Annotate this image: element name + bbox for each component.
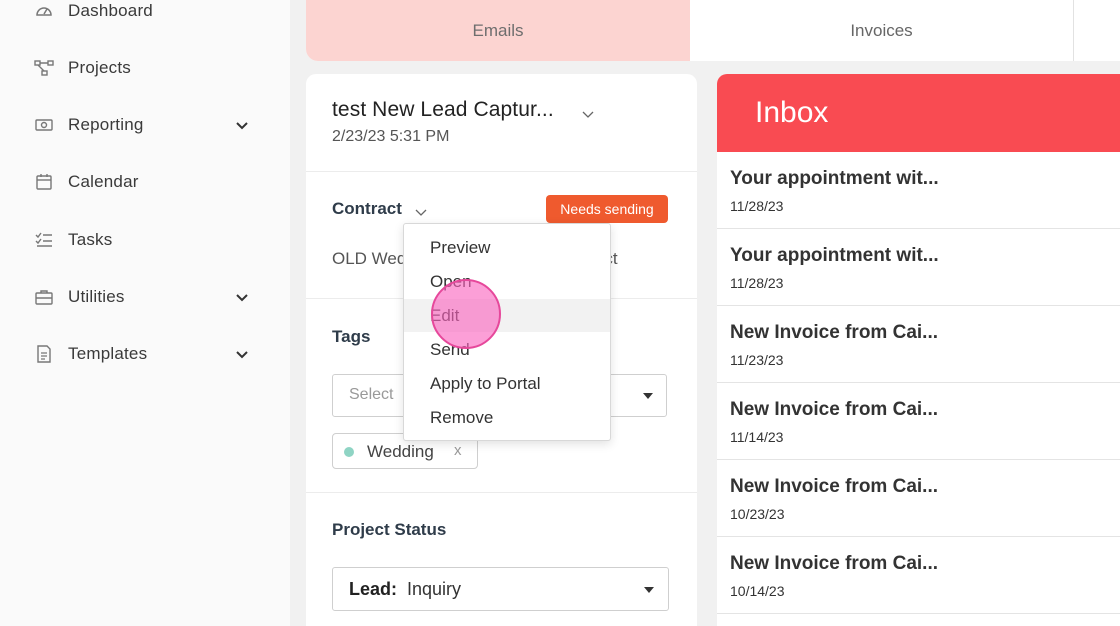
tags-label: Tags xyxy=(332,327,371,346)
sidebar-item-label: Dashboard xyxy=(68,1,153,20)
remove-tag-button[interactable]: x xyxy=(454,442,462,459)
inbox-message[interactable]: Your appointment wit... 11/28/23 xyxy=(717,229,1120,306)
inbox-message[interactable]: Your appointment wit... 11/28/23 xyxy=(717,152,1120,229)
message-subject: New Invoice from Cai... xyxy=(730,553,938,574)
divider xyxy=(306,492,697,493)
message-date: 10/23/23 xyxy=(730,506,785,522)
message-date: 11/14/23 xyxy=(730,429,784,445)
sidebar-item-label: Projects xyxy=(68,58,132,77)
menu-item-remove[interactable]: Remove xyxy=(404,401,610,434)
message-subject: New Invoice from Cai... xyxy=(730,322,938,343)
message-subject: New Invoice from Cai... xyxy=(730,476,938,497)
inbox-message[interactable]: New Invoice from Cai... 10/14/23 xyxy=(717,537,1120,614)
caret-down-icon xyxy=(644,587,654,593)
sidebar-item-label: Tasks xyxy=(68,230,113,249)
sidebar-item-calendar[interactable]: Calendar xyxy=(0,162,290,202)
sidebar-item-label: Templates xyxy=(68,344,148,363)
message-date: 10/14/23 xyxy=(730,583,785,599)
tags-select-placeholder: Select xyxy=(349,386,394,403)
chevron-down-icon[interactable] xyxy=(234,289,250,305)
message-subject: Your appointment wit... xyxy=(730,168,939,189)
chevron-down-icon[interactable] xyxy=(234,117,250,133)
utilities-icon xyxy=(34,287,54,307)
status-key: Lead: xyxy=(349,579,398,599)
tag-chip-label: Wedding xyxy=(367,442,434,461)
message-date: 11/23/23 xyxy=(730,352,784,368)
calendar-icon xyxy=(34,172,54,192)
message-subject: Your appointment wit... xyxy=(730,245,939,266)
menu-item-edit[interactable]: Edit xyxy=(404,299,610,332)
sidebar-item-label: Reporting xyxy=(68,115,144,134)
project-status-select[interactable]: Lead: Inquiry xyxy=(332,567,669,611)
sidebar: Dashboard Projects Reporting Calendar Ta… xyxy=(0,0,290,626)
sidebar-item-label: Utilities xyxy=(68,287,125,306)
sidebar-item-utilities[interactable]: Utilities xyxy=(0,277,290,317)
message-date: 11/28/23 xyxy=(730,275,784,291)
inbox-title: Inbox xyxy=(755,96,829,129)
templates-icon xyxy=(34,344,54,364)
project-status-label: Project Status xyxy=(332,520,447,539)
tab-emails[interactable]: Emails xyxy=(306,0,690,61)
inbox-message[interactable]: New Invoice from Cai... 11/14/23 xyxy=(717,383,1120,460)
menu-item-open[interactable]: Open xyxy=(404,265,610,298)
inbox-message[interactable]: New Invoice from Cai... 11/23/23 xyxy=(717,306,1120,383)
contract-name-start: OLD Wed xyxy=(332,249,407,268)
divider xyxy=(306,171,697,172)
sidebar-item-tasks[interactable]: Tasks xyxy=(0,220,290,260)
project-title[interactable]: test New Lead Captur... xyxy=(332,98,554,122)
dashboard-icon xyxy=(34,1,54,21)
tab-invoices[interactable]: Invoices xyxy=(690,0,1074,61)
contract-label[interactable]: Contract xyxy=(332,199,402,219)
inbox-panel: Inbox Your appointment wit... 11/28/23 Y… xyxy=(717,74,1120,626)
sidebar-item-templates[interactable]: Templates xyxy=(0,334,290,374)
caret-down-icon xyxy=(643,393,653,399)
tag-color-dot xyxy=(344,447,354,457)
sidebar-item-reporting[interactable]: Reporting xyxy=(0,105,290,145)
tasks-icon xyxy=(34,230,54,250)
sidebar-item-dashboard[interactable]: Dashboard xyxy=(0,0,290,31)
menu-item-send[interactable]: Send xyxy=(404,333,610,366)
inbox-header: Inbox xyxy=(717,74,1120,152)
tab-bar: Emails Invoices xyxy=(306,0,1120,61)
status-value: Inquiry xyxy=(407,579,462,599)
inbox-message[interactable]: New Invoice from Cai... 10/23/23 xyxy=(717,460,1120,537)
menu-item-apply-to-portal[interactable]: Apply to Portal xyxy=(404,367,610,400)
chevron-down-icon[interactable] xyxy=(234,346,250,362)
sidebar-item-label: Calendar xyxy=(68,172,139,191)
message-subject: New Invoice from Cai... xyxy=(730,399,938,420)
sidebar-item-projects[interactable]: Projects xyxy=(0,48,290,88)
projects-icon xyxy=(34,58,54,78)
contract-context-menu: Preview Open Edit Send Apply to Portal R… xyxy=(403,223,611,441)
menu-item-preview[interactable]: Preview xyxy=(404,231,610,264)
chevron-down-icon[interactable] xyxy=(414,205,428,219)
chevron-down-icon[interactable] xyxy=(581,107,595,121)
message-date: 11/28/23 xyxy=(730,198,784,214)
reporting-icon xyxy=(34,115,54,135)
status-badge: Needs sending xyxy=(546,195,668,223)
project-date: 2/23/23 5:31 PM xyxy=(332,128,450,145)
